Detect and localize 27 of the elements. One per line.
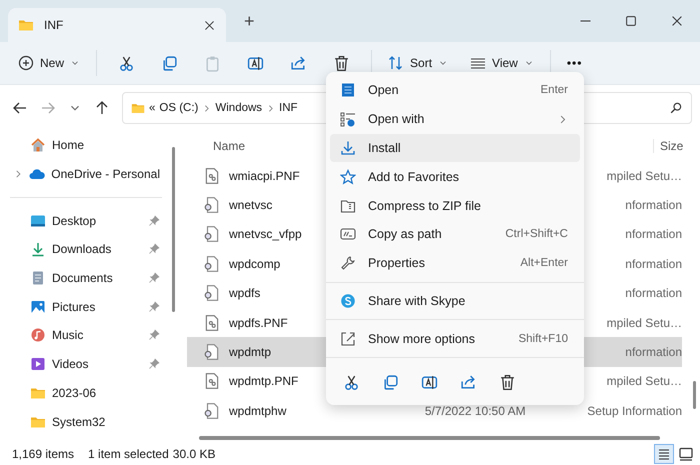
shortcut-text: Ctrl+Shift+C <box>505 228 568 240</box>
selection-size: 30.0 KB <box>172 446 216 460</box>
file-name: wmiacpi.PNF <box>229 168 300 183</box>
file-type: mpiled Setu… <box>606 374 682 388</box>
file-type: mpiled Setu… <box>606 316 682 330</box>
file-type: nformation <box>624 198 682 212</box>
file-name: wpdmtp.PNF <box>229 374 298 388</box>
tab-title: INF <box>44 18 64 32</box>
file-type: nformation <box>624 345 682 360</box>
file-name: wpdcomp <box>229 256 280 271</box>
file-type: Setup Information <box>586 404 682 418</box>
file-type: mpiled Setu… <box>606 168 682 183</box>
file-type: nformation <box>624 256 682 271</box>
file-date: 5/7/2022 10:50 AM <box>424 404 527 418</box>
file-name: wpdmtphw <box>229 404 286 418</box>
file-type: nformation <box>624 286 682 300</box>
shortcut-text: Enter <box>540 84 568 96</box>
selection-status: 1 item selected <box>88 446 169 460</box>
shortcut-text: Alt+Enter <box>520 257 568 270</box>
file-type: nformation <box>624 227 682 242</box>
file-name: wnetvsc_vfpp <box>229 227 302 242</box>
file-name: wpdfs.PNF <box>229 316 288 330</box>
file-name: wnetvsc <box>229 198 272 212</box>
file-name: wpdfs <box>229 286 260 300</box>
shortcut-text: Shift+F10 <box>518 332 568 345</box>
item-count: 1,169 items <box>12 446 74 460</box>
file-name: wpdmtp <box>229 345 272 360</box>
